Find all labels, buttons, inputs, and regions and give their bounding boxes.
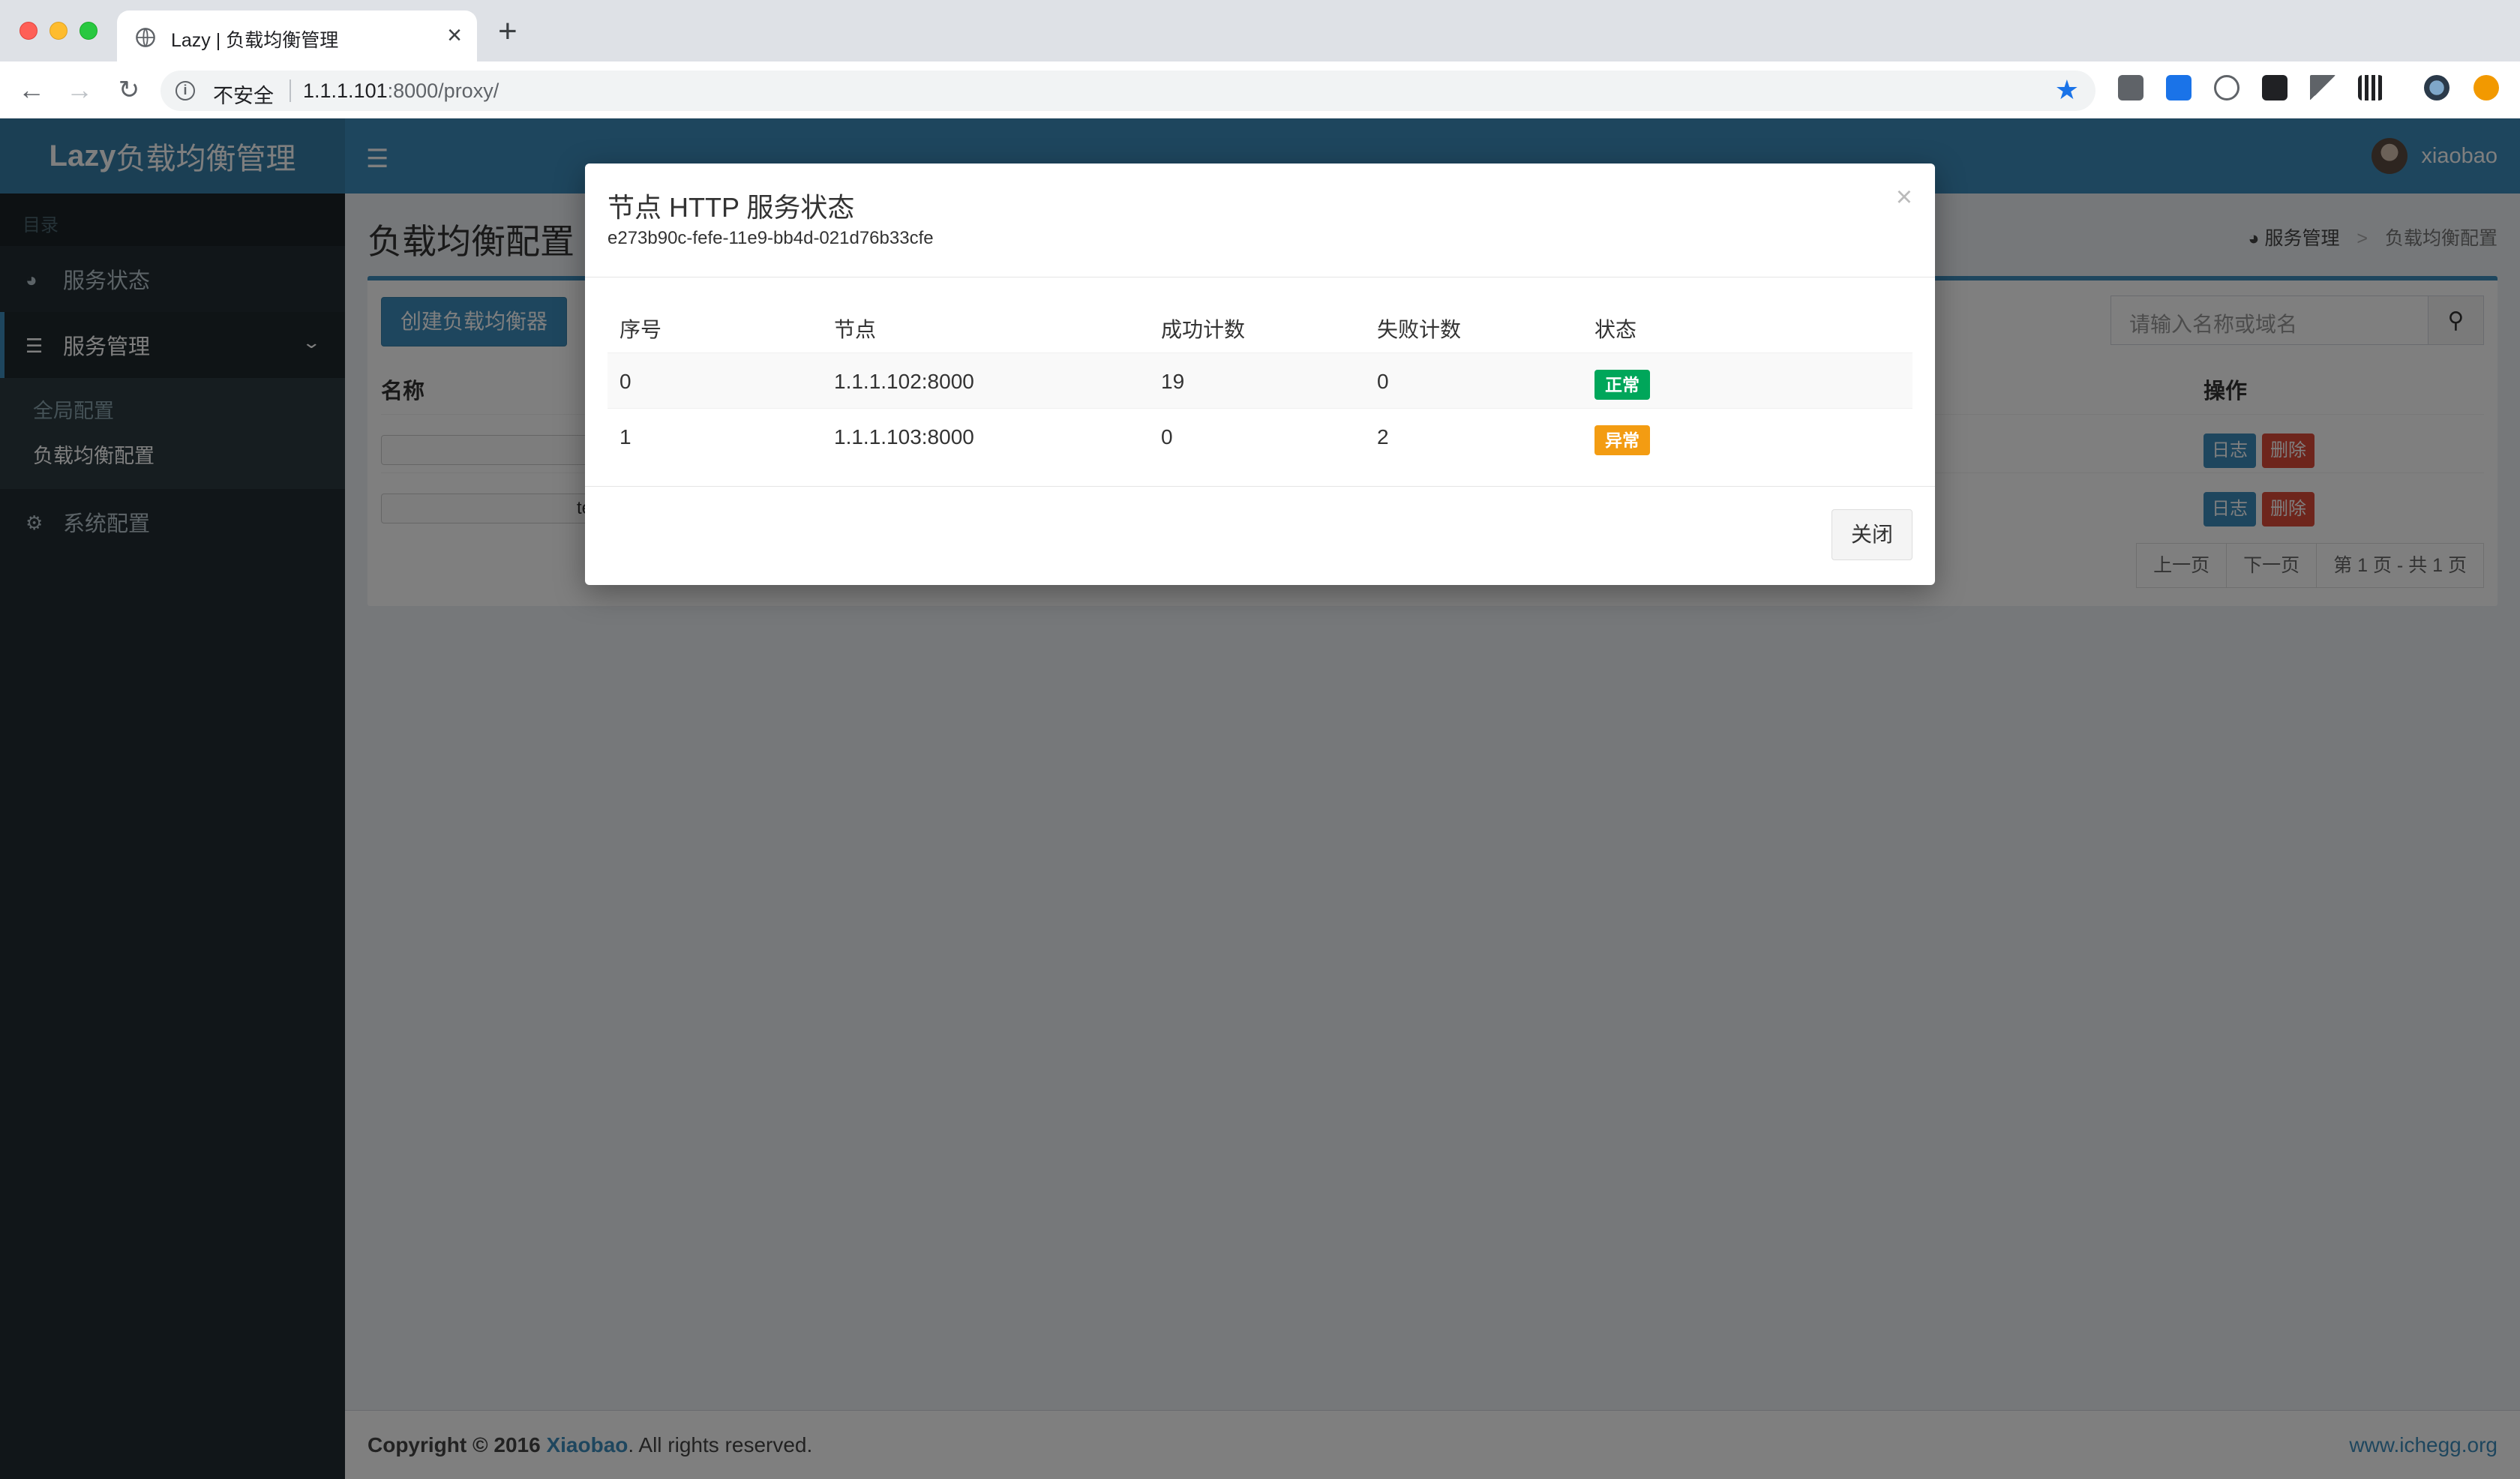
window-zoom-button[interactable] <box>80 22 98 40</box>
row-node: 1.1.1.103:8000 <box>834 425 974 448</box>
info-icon[interactable]: i <box>176 81 195 100</box>
tab-title: Lazy | 负载均衡管理 <box>171 30 339 51</box>
globe-icon <box>136 28 155 47</box>
extension-qrcode-icon[interactable] <box>2358 75 2384 100</box>
update-icon[interactable] <box>2474 75 2499 100</box>
url-text[interactable]: 1.1.1.101:8000/proxy/ <box>303 80 499 103</box>
node-status-modal: 节点 HTTP 服务状态 e273b90c-fefe-11e9-bb4d-021… <box>585 164 1935 585</box>
close-button[interactable]: 关闭 <box>1832 509 1912 560</box>
extension-chat-icon[interactable] <box>2214 75 2240 100</box>
divider <box>290 80 291 102</box>
window-minimize-button[interactable] <box>50 22 68 40</box>
profile-avatar-icon[interactable] <box>2424 75 2450 100</box>
row-fail-count: 0 <box>1377 370 1389 393</box>
column-header: 成功计数 <box>1161 318 1246 341</box>
bookmark-star-icon[interactable]: ★ <box>2055 76 2079 104</box>
modal-footer: 关闭 <box>585 486 1935 585</box>
modal-title: 节点 HTTP 服务状态 <box>608 192 855 223</box>
status-badge: 正常 <box>1594 370 1650 400</box>
window-close-button[interactable] <box>20 22 38 40</box>
row-index: 0 <box>620 370 632 393</box>
close-icon[interactable]: × <box>1896 183 1912 212</box>
address-bar[interactable]: i 不安全 1.1.1.101:8000/proxy/ ★ <box>160 70 2096 111</box>
tab-close-icon[interactable]: × <box>447 22 462 48</box>
security-label: 不安全 <box>213 85 274 107</box>
table-row: 1 1.1.1.103:8000 0 2 异常 <box>608 408 1912 464</box>
modal-header: 节点 HTTP 服务状态 e273b90c-fefe-11e9-bb4d-021… <box>585 164 1935 278</box>
row-node: 1.1.1.102:8000 <box>834 370 974 393</box>
extension-vue-icon[interactable] <box>2310 75 2336 100</box>
node-status-table: 序号 节点 成功计数 失败计数 状态 0 1.1.1.102:8000 19 0… <box>608 297 1912 464</box>
column-header: 失败计数 <box>1377 318 1462 341</box>
column-header: 节点 <box>834 318 877 341</box>
row-success-count: 19 <box>1161 370 1185 393</box>
column-header: 状态 <box>1594 318 1637 341</box>
new-tab-button[interactable]: + <box>498 15 518 48</box>
extension-shield-icon[interactable] <box>2118 75 2144 100</box>
row-success-count: 0 <box>1161 425 1173 448</box>
browser-tab[interactable]: Lazy | 负载均衡管理 × <box>117 10 477 62</box>
back-arrow-icon[interactable]: ← <box>14 72 50 108</box>
status-badge: 异常 <box>1594 425 1650 455</box>
table-header-row: 序号 节点 成功计数 失败计数 状态 <box>608 297 1912 352</box>
modal-subtitle: e273b90c-fefe-11e9-bb4d-021d76b33cfe <box>608 228 934 248</box>
extension-translate-icon[interactable] <box>2166 75 2192 100</box>
row-fail-count: 2 <box>1377 425 1389 448</box>
forward-arrow-icon[interactable]: → <box>62 72 98 108</box>
reload-icon[interactable]: ↻ <box>111 72 147 108</box>
column-header: 序号 <box>620 318 662 341</box>
extension-toggle-icon[interactable] <box>2262 75 2288 100</box>
row-index: 1 <box>620 425 632 448</box>
browser-tab-strip: Lazy | 负载均衡管理 × + <box>0 0 2520 62</box>
table-row: 0 1.1.1.102:8000 19 0 正常 <box>608 352 1912 408</box>
